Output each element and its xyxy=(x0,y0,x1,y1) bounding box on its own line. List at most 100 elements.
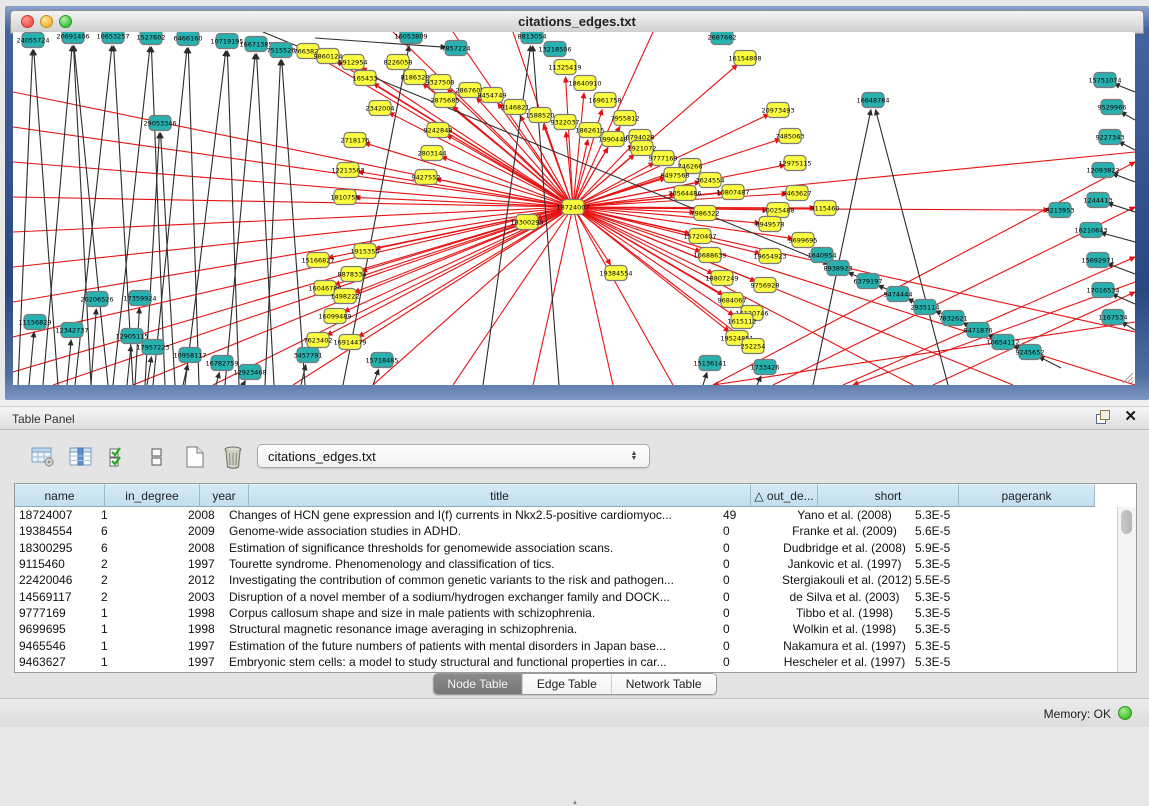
table-cell[interactable]: 1997 xyxy=(184,655,225,669)
graph-node[interactable]: 12342737 xyxy=(55,323,88,338)
table-cell[interactable]: Estimation of significance thresholds fo… xyxy=(225,541,719,555)
table-row[interactable]: 946554611997Estimation of the future num… xyxy=(15,637,1118,653)
graph-node[interactable]: 15692971 xyxy=(1081,253,1114,268)
table-cell[interactable]: 5.3E-5 xyxy=(911,508,1039,522)
table-row[interactable]: 969969511998Structural magnetic resonanc… xyxy=(15,621,1118,637)
graph-node[interactable]: 9777169 xyxy=(649,151,678,166)
table-settings-icon[interactable] xyxy=(30,444,56,470)
table-cell[interactable]: 1 xyxy=(97,639,184,653)
table-row[interactable]: 1830029562008Estimation of significance … xyxy=(15,540,1118,556)
graph-node[interactable]: 1615112 xyxy=(728,314,757,329)
table-cell[interactable]: 0 xyxy=(719,590,778,604)
graph-node[interactable]: 1527602 xyxy=(137,32,166,45)
graph-node[interactable]: 9463627 xyxy=(783,186,812,201)
table-cell[interactable]: Nakamura et al. (1997) xyxy=(778,639,911,653)
table-cell[interactable]: 0 xyxy=(719,622,778,636)
table-cell[interactable]: Tibbo et al. (1998) xyxy=(778,606,911,620)
graph-node[interactable]: 8213953 xyxy=(1046,203,1075,218)
graph-node[interactable]: 9427552 xyxy=(412,170,441,185)
table-cell[interactable]: 5.3E-5 xyxy=(911,606,1039,620)
table-cell[interactable]: 5.3E-5 xyxy=(911,639,1039,653)
table-cell[interactable]: 0 xyxy=(719,606,778,620)
graph-node[interactable]: 12093822 xyxy=(1086,163,1119,178)
graph-node[interactable]: 8226058 xyxy=(384,55,413,70)
graph-node[interactable]: 9684067 xyxy=(718,293,747,308)
graph-node[interactable]: 9756928 xyxy=(751,278,780,293)
table-cell[interactable]: Corpus callosum shape and size in male p… xyxy=(225,606,719,620)
graph-node[interactable]: 15136141 xyxy=(693,356,726,371)
table-cell[interactable]: Yano et al. (2008) xyxy=(778,508,911,522)
tab-edge-table[interactable]: Edge Table xyxy=(523,674,612,694)
column-header[interactable]: short xyxy=(818,484,959,507)
graph-node[interactable]: 8878334 xyxy=(338,267,367,282)
scrollbar-thumb[interactable] xyxy=(1121,510,1132,534)
graph-node[interactable]: 252254 xyxy=(741,339,766,354)
graph-node[interactable]: 9529966 xyxy=(1098,100,1127,115)
graph-node[interactable]: 16914479 xyxy=(333,335,366,350)
table-cell[interactable]: 0 xyxy=(719,639,778,653)
column-header[interactable]: title xyxy=(249,484,751,507)
graph-node[interactable]: 19654923 xyxy=(753,249,786,264)
column-header[interactable]: year xyxy=(200,484,249,507)
table-cell[interactable]: 18300295 xyxy=(15,541,97,555)
graph-node[interactable]: 15166827 xyxy=(301,253,334,268)
table-cell[interactable]: 0 xyxy=(719,541,778,555)
table-row[interactable]: 1456911722003Disruption of a novel membe… xyxy=(15,588,1118,604)
table-rows[interactable]: 1872400712008Changes of HCN gene express… xyxy=(15,507,1118,672)
new-table-icon[interactable] xyxy=(182,444,208,470)
graph-node[interactable]: 2718176 xyxy=(341,133,370,148)
memory-status-icon[interactable] xyxy=(1118,706,1132,720)
graph-node[interactable]: 10025488 xyxy=(761,203,794,218)
graph-node[interactable]: 9474444 xyxy=(884,287,913,302)
table-cell[interactable]: Franke et al. (2009) xyxy=(778,524,911,538)
select-columns-icon[interactable] xyxy=(106,444,132,470)
graph-node[interactable]: 11325419 xyxy=(548,60,581,75)
table-cell[interactable]: 9699695 xyxy=(15,622,97,636)
graph-node[interactable]: 10958117 xyxy=(173,348,206,363)
table-cell[interactable]: 6 xyxy=(97,541,184,555)
table-cell[interactable]: 2008 xyxy=(184,508,225,522)
graph-node[interactable]: 8471876 xyxy=(964,323,993,338)
graph-node[interactable]: 1990448 xyxy=(599,132,628,147)
table-cell[interactable]: 5.9E-5 xyxy=(911,541,1039,555)
table-cell[interactable]: 5.3E-5 xyxy=(911,655,1039,669)
graph-node[interactable]: 10653257 xyxy=(96,32,129,44)
table-cell[interactable]: 5.3E-5 xyxy=(911,557,1039,571)
graph-node[interactable]: 7515526 xyxy=(267,43,296,58)
table-cell[interactable]: 9463627 xyxy=(15,655,97,669)
table-cell[interactable]: 5.3E-5 xyxy=(911,622,1039,636)
table-cell[interactable]: Changes of HCN gene expression and I(f) … xyxy=(225,508,719,522)
table-cell[interactable]: 2009 xyxy=(184,524,225,538)
graph-node[interactable]: 2935114 xyxy=(911,300,940,315)
table-cell[interactable]: 9777169 xyxy=(15,606,97,620)
graph-node[interactable]: 6466160 xyxy=(174,32,203,46)
graph-node[interactable]: 7955812 xyxy=(611,111,640,126)
table-row[interactable]: 2242004622012Investigating the contribut… xyxy=(15,572,1118,588)
graph-node[interactable]: 2875685 xyxy=(431,93,460,108)
graph-node[interactable]: 16210643 xyxy=(1074,223,1107,238)
citation-network-graph[interactable]: 1872400718300295193845542405572420691406… xyxy=(13,32,1135,385)
network-window-titlebar[interactable]: citations_edges.txt xyxy=(10,10,1144,34)
graph-node[interactable]: 19384554 xyxy=(599,266,632,281)
table-cell[interactable]: 1 xyxy=(97,655,184,669)
table-cell[interactable]: Estimation of the future numbers of pati… xyxy=(225,639,719,653)
graph-node[interactable]: 24055724 xyxy=(16,33,49,48)
graph-node[interactable]: 16053809 xyxy=(394,32,427,44)
table-cell[interactable]: 2 xyxy=(97,590,184,604)
graph-node[interactable]: 6497568 xyxy=(661,168,690,183)
vertical-scrollbar[interactable] xyxy=(1117,507,1136,672)
resize-grip-icon[interactable] xyxy=(1120,370,1134,384)
table-cell[interactable]: 14569117 xyxy=(15,590,97,604)
column-header[interactable]: name xyxy=(15,484,105,507)
table-cell[interactable]: 2003 xyxy=(184,590,225,604)
tab-network-table[interactable]: Network Table xyxy=(612,674,716,694)
graph-node[interactable]: 12975115 xyxy=(778,156,811,171)
graph-node[interactable]: 9115460 xyxy=(811,201,840,216)
graph-node[interactable]: 7485063 xyxy=(776,129,805,144)
graph-node[interactable]: 7832621 xyxy=(939,311,968,326)
node-table[interactable]: namein_degreeyeartitle△ out_de...shortpa… xyxy=(14,483,1137,673)
table-cell[interactable]: 2 xyxy=(97,557,184,571)
graph-node[interactable]: 8454749 xyxy=(478,88,507,103)
table-cell[interactable]: 6 xyxy=(97,524,184,538)
table-cell[interactable]: Genome-wide association studies in ADHD. xyxy=(225,524,719,538)
